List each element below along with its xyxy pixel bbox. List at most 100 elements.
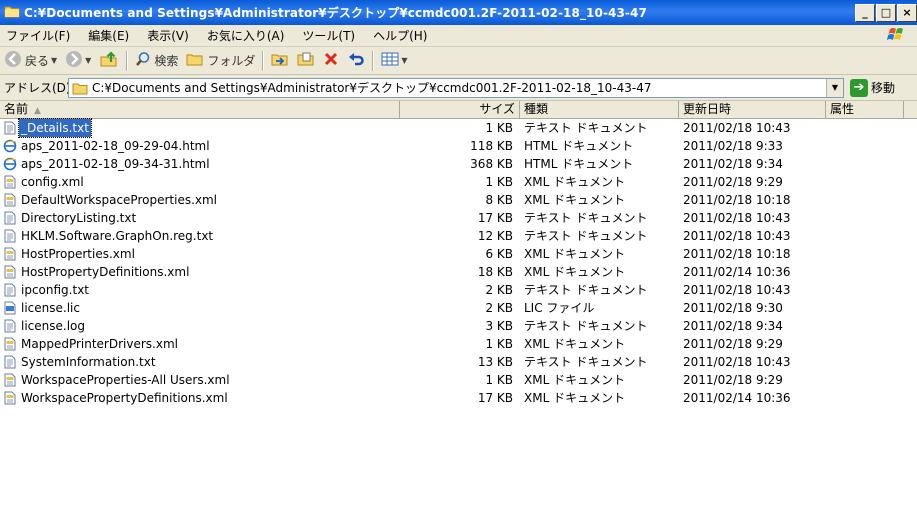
file-size: 8 KB bbox=[485, 193, 513, 207]
menu-file[interactable]: ファイル(F) bbox=[0, 27, 79, 44]
file-modified-date: 2011/02/18 9:33 bbox=[683, 139, 783, 153]
toolbar-separator bbox=[262, 50, 265, 71]
file-size: 1 KB bbox=[485, 337, 513, 351]
move-to-icon bbox=[271, 51, 289, 70]
file-type: テキスト ドキュメント bbox=[524, 283, 648, 297]
file-row[interactable]: license.lic 2 KB LIC ファイル 2011/02/18 9:30 bbox=[0, 299, 917, 317]
menu-help[interactable]: ヘルプ(H) bbox=[364, 27, 436, 44]
file-size: 17 KB bbox=[477, 211, 513, 225]
text-file-icon bbox=[3, 121, 17, 135]
file-modified-date: 2011/02/18 10:43 bbox=[683, 355, 791, 369]
file-size: 1 KB bbox=[485, 121, 513, 135]
file-row[interactable]: DefaultWorkspaceProperties.xml 8 KB XML ドキ… bbox=[0, 191, 917, 209]
title-bar[interactable]: C:¥Documents and Settings¥Administrator¥… bbox=[0, 0, 917, 25]
xml-file-icon bbox=[3, 391, 17, 405]
views-grid-icon bbox=[381, 51, 399, 70]
toolbar-separator bbox=[126, 50, 129, 71]
file-type: XML ドキュメント bbox=[524, 373, 626, 387]
menu-favorites[interactable]: お気に入り(A) bbox=[198, 27, 294, 44]
xml-file-icon bbox=[3, 373, 17, 387]
undo-button[interactable] bbox=[343, 51, 369, 70]
file-size: 1 KB bbox=[485, 373, 513, 387]
file-row[interactable]: MappedPrinterDrivers.xml 1 KB XML ドキュメント 20… bbox=[0, 335, 917, 353]
menu-bar: ファイル(F) 編集(E) 表示(V) お気に入り(A) ツール(T) ヘルプ(… bbox=[0, 25, 917, 47]
text-file-icon bbox=[3, 283, 17, 297]
file-row[interactable]: WorkspaceProperties-All Users.xml 1 KB XML… bbox=[0, 371, 917, 389]
folder-icon bbox=[4, 4, 20, 21]
column-name-label: 名前 bbox=[4, 102, 29, 116]
file-row[interactable]: WorkspacePropertyDefinitions.xml 17 KB XML… bbox=[0, 389, 917, 407]
file-row[interactable]: _Details.txt 1 KB テキスト ドキュメント 2011/02/18 10… bbox=[0, 118, 917, 138]
file-type: HTML ドキュメント bbox=[524, 139, 634, 153]
file-modified-date: 2011/02/18 9:34 bbox=[683, 157, 783, 171]
file-name: WorkspacePropertyDefinitions.xml bbox=[21, 391, 228, 405]
file-type: XML ドキュメント bbox=[524, 391, 626, 405]
file-row[interactable]: DirectoryListing.txt 17 KB テキスト ドキュメント 2011… bbox=[0, 209, 917, 227]
folders-button[interactable]: フォルダ bbox=[182, 51, 259, 70]
address-dropdown-button[interactable]: ▼ bbox=[826, 78, 843, 97]
text-file-icon bbox=[3, 319, 17, 333]
chevron-down-icon[interactable]: ▼ bbox=[401, 56, 407, 65]
text-file-icon bbox=[3, 229, 17, 243]
text-file-icon bbox=[3, 355, 17, 369]
file-row[interactable]: SystemInformation.txt 13 KB テキスト ドキュメント 201… bbox=[0, 353, 917, 371]
xml-file-icon bbox=[3, 265, 17, 279]
file-modified-date: 2011/02/18 10:43 bbox=[683, 229, 791, 243]
menu-edit[interactable]: 編集(E) bbox=[79, 27, 138, 44]
search-button[interactable]: 検索 bbox=[131, 51, 182, 70]
column-header-type[interactable]: 種類 bbox=[520, 101, 679, 118]
column-header-attributes[interactable]: 属性 bbox=[826, 101, 904, 118]
chevron-down-icon[interactable]: ▼ bbox=[51, 56, 57, 65]
up-folder-button[interactable] bbox=[95, 50, 123, 71]
file-type: テキスト ドキュメント bbox=[524, 121, 648, 135]
file-modified-date: 2011/02/18 9:29 bbox=[683, 373, 783, 387]
move-to-button[interactable] bbox=[267, 51, 293, 70]
file-list[interactable]: 名前 ▲ サイズ 種類 更新日時 属性 _Details.txt 1 KB テキスト … bbox=[0, 101, 917, 531]
close-button[interactable]: × bbox=[897, 3, 917, 22]
column-header-size[interactable]: サイズ bbox=[400, 101, 520, 118]
delete-button[interactable] bbox=[319, 51, 343, 70]
file-name: ipconfig.txt bbox=[21, 283, 89, 297]
minimize-button[interactable]: _ bbox=[855, 3, 875, 22]
column-header-name[interactable]: 名前 ▲ bbox=[0, 101, 400, 118]
folders-label: フォルダ bbox=[207, 54, 256, 68]
forward-button[interactable]: ▼ bbox=[61, 50, 95, 71]
menu-tools[interactable]: ツール(T) bbox=[293, 27, 364, 44]
copy-to-button[interactable] bbox=[293, 51, 319, 70]
file-row[interactable]: ipconfig.txt 2 KB テキスト ドキュメント 2011/02/18 10… bbox=[0, 281, 917, 299]
chevron-down-icon[interactable]: ▼ bbox=[85, 56, 91, 65]
views-button[interactable]: ▼ bbox=[377, 51, 411, 70]
file-row[interactable]: license.log 3 KB テキスト ドキュメント 2011/02/18 9:3… bbox=[0, 317, 917, 335]
copy-to-icon bbox=[297, 51, 315, 70]
html-file-icon bbox=[3, 139, 17, 153]
back-button[interactable]: 戻る ▼ bbox=[0, 50, 61, 71]
address-value: C:¥Documents and Settings¥Administrator¥… bbox=[92, 81, 652, 95]
search-icon bbox=[135, 51, 151, 70]
file-size: 3 KB bbox=[485, 319, 513, 333]
file-modified-date: 2011/02/18 10:18 bbox=[683, 247, 791, 261]
file-size: 368 KB bbox=[470, 157, 513, 171]
address-bar: アドレス(D) C:¥Documents and Settings¥Admini… bbox=[0, 75, 917, 101]
up-folder-icon bbox=[99, 50, 119, 71]
file-name: SystemInformation.txt bbox=[21, 355, 156, 369]
file-row[interactable]: HostProperties.xml 6 KB XML ドキュメント 2011/02/… bbox=[0, 245, 917, 263]
file-row[interactable]: aps_2011-02-18_09-34-31.html 368 KB HTML ド… bbox=[0, 155, 917, 173]
file-row[interactable]: HostPropertyDefinitions.xml 18 KB XML ドキュメ… bbox=[0, 263, 917, 281]
file-type: XML ドキュメント bbox=[524, 175, 626, 189]
folder-icon bbox=[72, 81, 88, 95]
file-type: XML ドキュメント bbox=[524, 337, 626, 351]
file-size: 6 KB bbox=[485, 247, 513, 261]
file-row[interactable]: aps_2011-02-18_09-29-04.html 118 KB HTML ド… bbox=[0, 137, 917, 155]
column-header-date[interactable]: 更新日時 bbox=[679, 101, 826, 118]
delete-x-icon bbox=[323, 51, 339, 70]
file-type: XML ドキュメント bbox=[524, 265, 626, 279]
file-modified-date: 2011/02/14 10:36 bbox=[683, 265, 791, 279]
file-type: HTML ドキュメント bbox=[524, 157, 634, 171]
forward-arrow-icon bbox=[65, 50, 83, 71]
address-input[interactable]: C:¥Documents and Settings¥Administrator¥… bbox=[68, 77, 844, 98]
maximize-button[interactable]: □ bbox=[876, 3, 896, 22]
file-row[interactable]: HKLM.Software.GraphOn.reg.txt 12 KB テキスト ド… bbox=[0, 227, 917, 245]
menu-view[interactable]: 表示(V) bbox=[138, 27, 198, 44]
file-row[interactable]: config.xml 1 KB XML ドキュメント 2011/02/18 9:29 bbox=[0, 173, 917, 191]
go-button[interactable]: ➔ 移動 bbox=[850, 78, 895, 97]
